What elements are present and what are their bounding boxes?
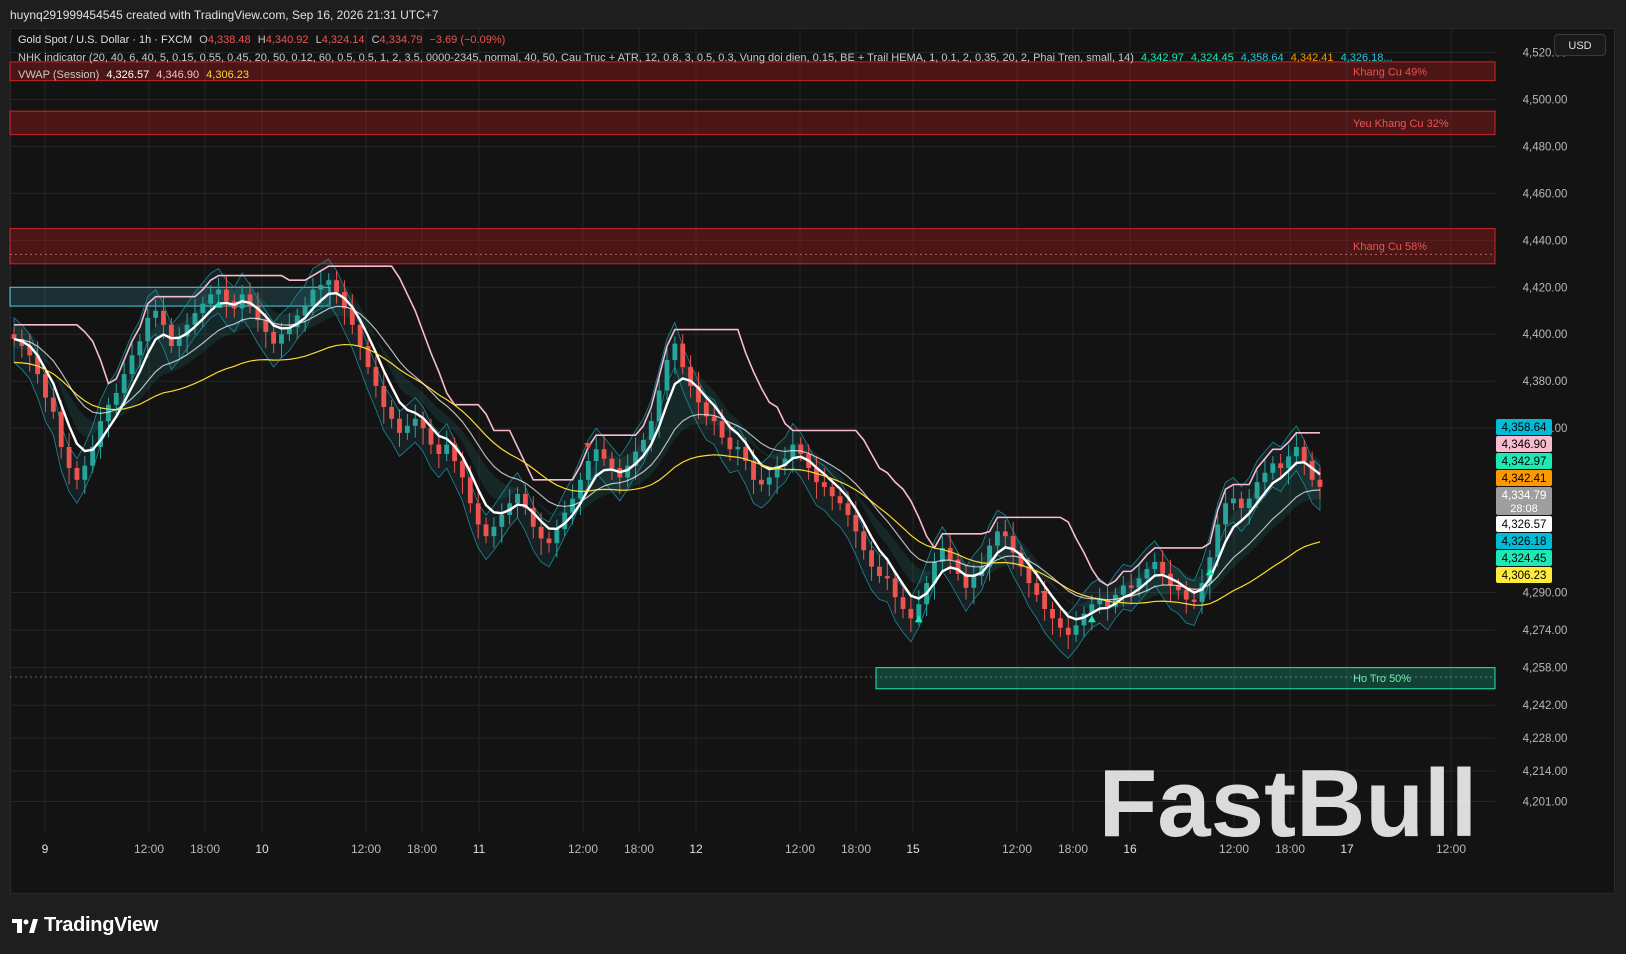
legend-vwap-name: VWAP (Session) — [18, 69, 100, 81]
footer-bar — [0, 894, 1626, 954]
legend-low: 4,324.14 — [321, 34, 365, 46]
legend-change: −3.69 (−0.09%) — [429, 34, 506, 46]
legend-indicator-value-2: 4,324.45 — [1190, 52, 1234, 64]
currency-button[interactable]: USD — [1554, 34, 1606, 56]
legend-symbol-row[interactable]: Gold Spot / U.S. Dollar · 1h · FXCM O4,3… — [18, 34, 509, 46]
header-caption: huynq291999454545 created with TradingVi… — [10, 8, 439, 22]
chart-frame[interactable] — [10, 28, 1615, 894]
legend-indicator-value-3: 4,358.64 — [1240, 52, 1284, 64]
tradingview-logo-text: TradingView — [44, 914, 159, 936]
legend-indicator-name: NHK indicator (20, 40, 6, 40, 5, 0.15, 0… — [18, 52, 1134, 64]
legend-high-label: H — [257, 34, 266, 46]
legend-symbol: Gold Spot / U.S. Dollar · 1h · FXCM — [18, 34, 193, 46]
legend-close: 4,334.79 — [379, 34, 423, 46]
legend-open-label: O — [199, 34, 208, 46]
legend-low-label: L — [315, 34, 322, 46]
legend-indicator-value-1: 4,342.97 — [1141, 52, 1184, 64]
tradingview-logo[interactable]: TradingView — [12, 914, 158, 937]
legend-open: 4,338.48 — [207, 34, 251, 46]
legend-vwap-value-3: 4,306.23 — [206, 69, 249, 81]
header-bar: huynq291999454545 created with TradingVi… — [0, 0, 1626, 28]
legend-high: 4,340.92 — [265, 34, 309, 46]
tradingview-logo-icon — [12, 918, 38, 933]
legend-indicator-value-4: 4,342.41 — [1290, 52, 1334, 64]
legend-vwap-value-2: 4,346.90 — [156, 69, 200, 81]
legend-indicator-value-5: 4,326.18... — [1340, 52, 1393, 64]
legend-vwap-row[interactable]: VWAP (Session) 4,326.57 4,346.90 4,306.2… — [18, 69, 253, 81]
legend-close-label: C — [371, 34, 380, 46]
legend-indicator-row[interactable]: NHK indicator (20, 40, 6, 40, 5, 0.15, 0… — [18, 52, 1397, 64]
legend-vwap-value-1: 4,326.57 — [106, 69, 150, 81]
